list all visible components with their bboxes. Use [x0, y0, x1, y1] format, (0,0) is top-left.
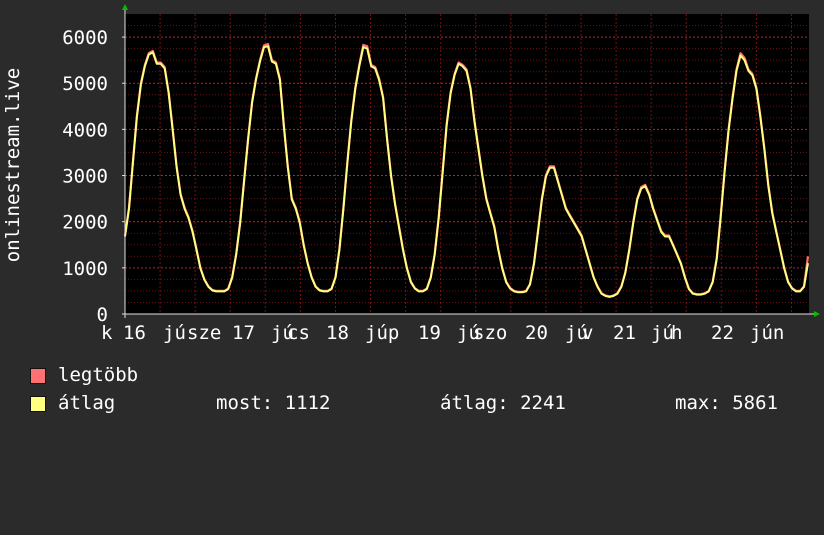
legend-label-max: legtöbb [58, 364, 139, 386]
x-tick-label: 19 [418, 322, 441, 344]
legend-swatch-max [30, 368, 46, 384]
x-tick-label: 20 [525, 322, 548, 344]
x-tick-label: sze [187, 322, 221, 344]
legend-label-avg: átlag [58, 392, 116, 414]
y-axis-label: onlinestream.live [2, 68, 24, 262]
x-tick-label: 22 [711, 322, 734, 344]
x-tick-label: 16 [123, 322, 146, 344]
y-tick-label: 2000 [62, 212, 108, 234]
legend-item-max: legtöbb [30, 363, 138, 387]
x-tick-label: cs [287, 322, 310, 344]
y-axis-arrow [122, 4, 128, 10]
y-tick-label: 4000 [62, 119, 108, 141]
y-tick-labels: 0100020003000400050006000 [62, 27, 108, 326]
stat-now: most: 1112 [216, 392, 331, 414]
x-tick-label: szo [473, 322, 507, 344]
x-tick-label: 17 [232, 322, 255, 344]
stat-max: max: 5861 [675, 392, 778, 414]
legend-item-avg: átlag most: 1112 átlag: 2241 max: 5861 [30, 391, 810, 415]
legend-swatch-avg [30, 396, 46, 412]
y-tick-label: 6000 [62, 27, 108, 49]
y-tick-label: 3000 [62, 166, 108, 188]
x-tick-label: 18 [326, 322, 349, 344]
x-tick-label: h [671, 322, 682, 344]
x-tick-labels: k 16 jú sze 17 júcs 18 júp 19 júszo 20 júv 21 júh 22 jú… [101, 322, 784, 344]
x-tick-label: jú [163, 322, 186, 344]
y-tick-label: 1000 [62, 258, 108, 280]
x-tick-label: júp [365, 322, 399, 344]
stat-average: átlag: 2241 [440, 392, 566, 414]
x-tick-label: 21 [613, 322, 636, 344]
y-tick-label: 5000 [62, 73, 108, 95]
x-tick-label: jún [750, 322, 784, 344]
x-axis-arrow [814, 311, 820, 317]
x-tick-label: k [101, 322, 113, 344]
x-tick-label: v [582, 322, 593, 344]
